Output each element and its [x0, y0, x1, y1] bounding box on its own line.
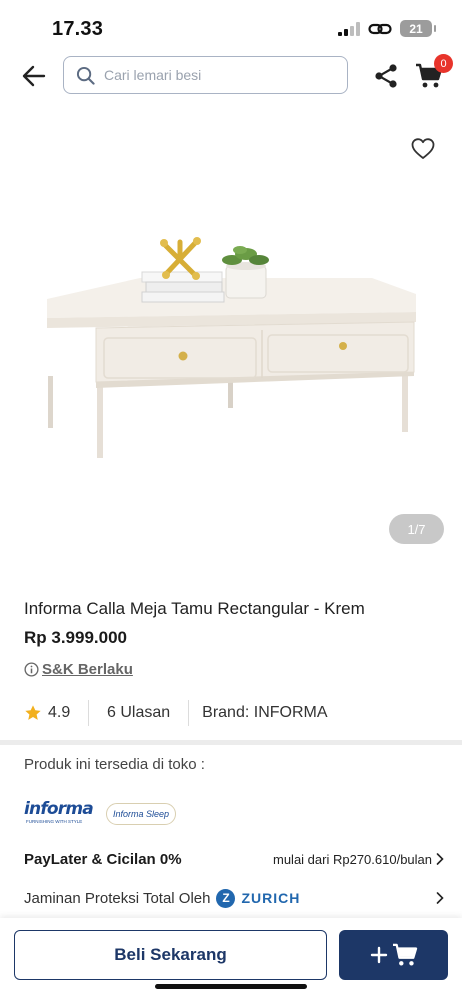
search-box[interactable]: [63, 56, 348, 94]
terms-link-label: S&K Berlaku: [42, 661, 133, 678]
product-info: Informa Calla Meja Tamu Rectangular - Kr…: [24, 598, 444, 678]
coffee-table-image: [47, 237, 416, 458]
buy-now-button[interactable]: Beli Sekarang: [14, 930, 327, 980]
paylater-title: PayLater & Cicilan 0%: [24, 850, 182, 868]
image-counter: 1/7: [389, 514, 444, 544]
signal-icon: [338, 21, 360, 36]
reviews-link[interactable]: 6 Ulasan: [89, 704, 188, 722]
chevron-right-icon: [436, 853, 444, 865]
product-meta-row: 4.9 6 Ulasan Brand: INFORMA: [24, 698, 328, 728]
paylater-detail-text: mulai dari Rp270.610/bulan: [273, 851, 432, 867]
product-image-gallery[interactable]: 1/7: [0, 106, 462, 564]
battery-icon: 21: [400, 20, 436, 37]
rating-value: 4.9: [48, 704, 71, 721]
rating: 4.9: [24, 704, 88, 722]
add-to-cart-button[interactable]: [339, 930, 448, 980]
info-icon: [24, 662, 39, 677]
status-icons: 21: [338, 20, 436, 37]
link-icon: [368, 23, 392, 34]
cart-button[interactable]: 0: [413, 54, 453, 91]
informa-sleep-logo: Informa Sleep: [106, 803, 176, 825]
status-time: 17.33: [52, 18, 104, 40]
informa-logo-text: informa: [24, 799, 94, 819]
paylater-row[interactable]: PayLater & Cicilan 0% mulai dari Rp270.6…: [24, 848, 444, 870]
store-availability: Produk ini tersedia di toko : informa FU…: [24, 756, 444, 829]
share-icon: [375, 64, 397, 88]
share-button[interactable]: [372, 62, 400, 90]
store-logos: informa FURNISHING WITH STYLE Informa Sl…: [24, 799, 444, 829]
chevron-right-icon: [436, 892, 444, 904]
back-button[interactable]: [18, 62, 50, 90]
paylater-detail: mulai dari Rp270.610/bulan: [273, 852, 444, 867]
cart-icon: [392, 943, 417, 966]
star-icon: [25, 705, 41, 720]
home-indicator: [155, 984, 307, 989]
insurance-info: Jaminan Proteksi Total Oleh Z ZURICH: [24, 888, 301, 908]
insurance-label: Jaminan Proteksi Total Oleh: [24, 889, 211, 907]
store-availability-label: Produk ini tersedia di toko :: [24, 756, 205, 773]
search-input[interactable]: [104, 67, 334, 83]
informa-logo: informa FURNISHING WITH STYLE: [24, 799, 94, 829]
informa-logo-tagline: FURNISHING WITH STYLE: [26, 819, 83, 824]
brand-link[interactable]: Brand: INFORMA: [189, 704, 327, 722]
status-bar: 17.33 21: [0, 0, 462, 54]
section-divider: [0, 740, 462, 745]
product-price: Rp 3.999.000: [24, 628, 128, 647]
zurich-logo-icon: Z: [216, 888, 236, 908]
search-icon: [76, 66, 95, 85]
plus-icon: [370, 946, 387, 964]
terms-link[interactable]: S&K Berlaku: [24, 661, 444, 678]
insurance-row[interactable]: Jaminan Proteksi Total Oleh Z ZURICH: [24, 886, 444, 910]
arrow-left-icon: [22, 65, 46, 87]
product-title: Informa Calla Meja Tamu Rectangular - Kr…: [24, 599, 365, 618]
cart-count-badge: 0: [434, 54, 453, 73]
top-nav: 0: [0, 54, 462, 98]
zurich-logo-text: ZURICH: [241, 890, 301, 906]
